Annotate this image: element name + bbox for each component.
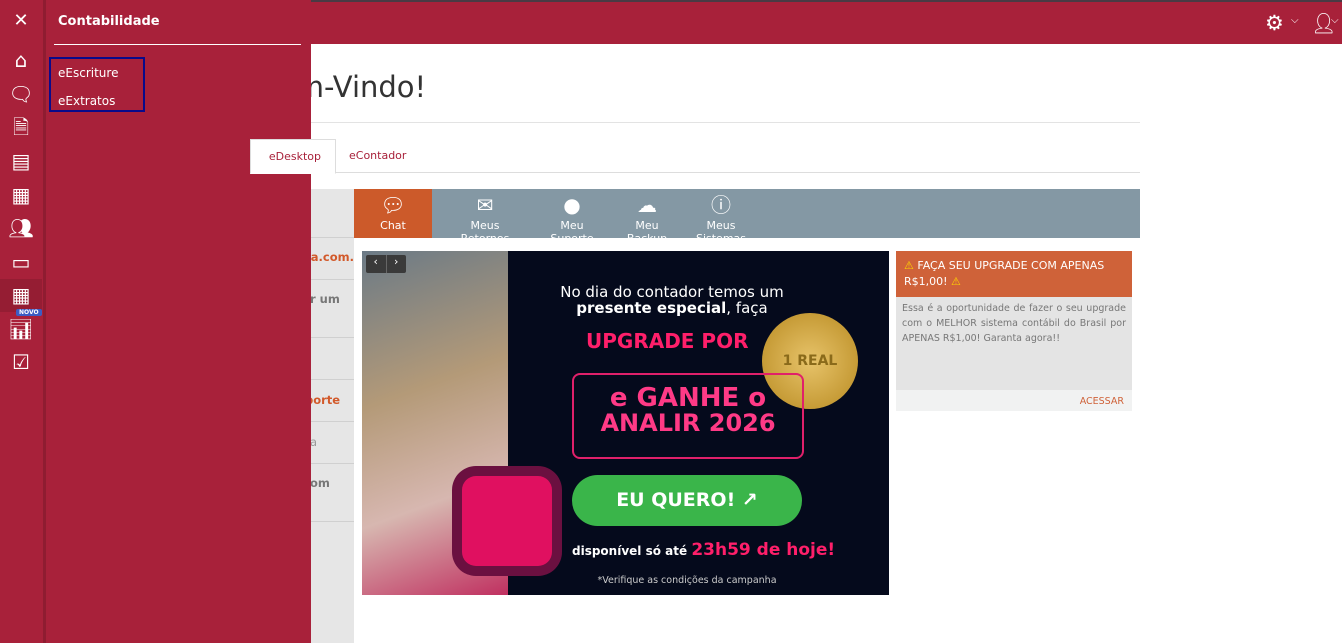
- envelope-icon: ✉: [476, 193, 494, 217]
- gear-icon[interactable]: ⚙: [1265, 11, 1284, 35]
- toolbar-meus-retornos[interactable]: ✉ Meus Retornos: [446, 189, 524, 245]
- card-body: Essa é a oportunidade de fazer o seu upg…: [902, 303, 1126, 344]
- submenu-panel: Contabilidade eEscriture eExtratos: [46, 0, 311, 643]
- banner-line2: presente especial, faça: [522, 299, 822, 317]
- banner-upgrade: UPGRADE POR: [586, 329, 749, 353]
- users-icon[interactable]: 👥︎: [8, 215, 34, 241]
- banner-bold: presente especial: [576, 299, 727, 317]
- submenu-item-eescriture[interactable]: eEscriture: [58, 66, 118, 80]
- bar-chart-icon[interactable]: 📊︎: [8, 316, 34, 342]
- icon-rail: ✕ ⌂ 🗨︎ 🗎︎ ▤ ▦ 👥︎ ▭ ▦ NOVO 📊︎ ☑: [0, 0, 46, 643]
- toolbar-meu-backup[interactable]: ☁ Meu Backup: [614, 189, 680, 245]
- toolbar-label: Meus Retornos: [460, 219, 510, 245]
- carousel-controls: ‹ ›: [366, 255, 406, 273]
- toolbar-label: Meu Suporte: [550, 219, 594, 245]
- card-header: ⚠ FAÇA SEU UPGRADE COM APENAS R$1,00! ⚠: [896, 251, 1132, 297]
- banner-note: *Verifique as condições da campanha: [597, 575, 777, 586]
- toolbar-meu-suporte[interactable]: ● Meu Suporte: [538, 189, 606, 245]
- toolbar-label: Meu Backup: [626, 219, 668, 245]
- banner-analir: ANALIR 2026: [600, 409, 776, 437]
- chat-icon: 💬︎: [380, 193, 406, 217]
- coin-text: 1 REAL: [782, 353, 838, 369]
- submenu-divider: [54, 44, 301, 45]
- banner-rest: , faça: [726, 299, 768, 317]
- toolbar-label: Meus Sistemas: [695, 219, 747, 245]
- toolbar-chat[interactable]: 💬︎ Chat: [354, 189, 432, 238]
- document-icon[interactable]: 🗎︎: [8, 114, 34, 140]
- promo-banner[interactable]: ‹ › No dia do contador temos um presente …: [362, 251, 889, 595]
- deadline-text: 23h59 de hoje!: [691, 540, 836, 560]
- info-icon: ⓘ: [711, 193, 731, 217]
- contact-card-icon[interactable]: ▤: [8, 148, 34, 174]
- new-badge: NOVO: [16, 309, 42, 316]
- cloud-icon: ☁: [637, 193, 657, 217]
- card-title: FAÇA SEU UPGRADE COM APENAS R$1,00!: [904, 259, 1105, 288]
- quick-toolbar: 💬︎ Chat ✉ Meus Retornos ● Meu Suporte ☁ Meu …: [354, 189, 1140, 245]
- banner-box: e GANHE o ANALIR 2026: [572, 373, 804, 459]
- divider: [258, 122, 1140, 123]
- tab-edesktop[interactable]: eDesktop: [250, 139, 336, 174]
- submenu-title: Contabilidade: [58, 14, 160, 29]
- external-link-icon: ↗: [741, 489, 758, 511]
- person-icon: ●: [563, 193, 581, 217]
- warning-icon: ⚠: [904, 259, 914, 272]
- banner-ganhe: e GANHE o: [609, 383, 767, 413]
- close-icon[interactable]: ✕: [8, 8, 34, 34]
- chat-bubbles-icon[interactable]: 🗨︎: [8, 81, 34, 107]
- credit-card-icon[interactable]: ▭: [8, 249, 34, 275]
- submenu-item-eextratos[interactable]: eExtratos: [58, 94, 115, 108]
- banner-availability: disponível só até 23h59 de hoje!: [572, 540, 835, 560]
- avail-text: disponível só até: [572, 544, 688, 558]
- prev-arrow-icon[interactable]: ‹: [366, 255, 387, 273]
- eu-quero-button[interactable]: EU QUERO! ↗: [572, 475, 802, 526]
- next-arrow-icon[interactable]: ›: [387, 255, 407, 273]
- settings-chevron-icon[interactable]: ⌵: [1291, 15, 1299, 26]
- user-chevron-icon[interactable]: ⌵: [1331, 15, 1339, 26]
- tabs-divider: [258, 172, 1140, 173]
- toolbar-meus-sistemas[interactable]: ⓘ Meus Sistemas: [684, 189, 758, 245]
- lion-logo-icon: [462, 476, 552, 566]
- checkbox-icon[interactable]: ☑: [8, 349, 34, 375]
- calculator-icon[interactable]: ▦: [8, 282, 34, 308]
- acessar-link[interactable]: ACESSAR: [896, 390, 1132, 411]
- building-icon[interactable]: ▦: [8, 182, 34, 208]
- upgrade-card: ⚠ FAÇA SEU UPGRADE COM APENAS R$1,00! ⚠ …: [896, 251, 1132, 411]
- tab-econtador[interactable]: eContador: [335, 139, 420, 172]
- home-icon[interactable]: ⌂: [8, 47, 34, 73]
- cta-label: EU QUERO!: [616, 489, 736, 511]
- warning-icon: ⚠: [951, 275, 961, 288]
- toolbar-label: Chat: [380, 219, 406, 232]
